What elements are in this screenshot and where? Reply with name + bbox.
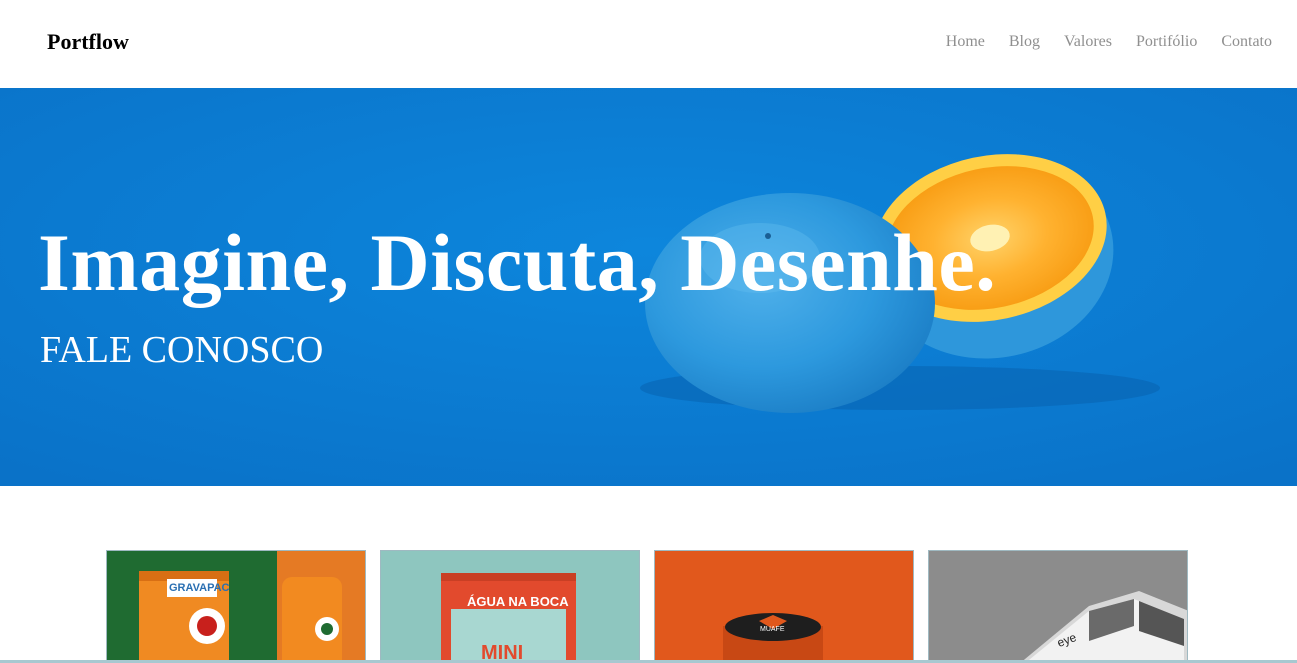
portfolio-card-muafe[interactable]: MUAFE	[654, 550, 914, 663]
portfolio-card-agua-na-boca[interactable]: MINI ÁGUA NA BOCA	[380, 550, 640, 663]
portfolio-card-gravapac[interactable]: GRAVAPAC	[106, 550, 366, 663]
site-header: Portflow Home Blog Valores Portifólio Co…	[0, 0, 1297, 88]
nav-contato[interactable]: Contato	[1221, 33, 1272, 51]
gravapac-packaging-image	[107, 551, 365, 662]
brand-logo[interactable]: Portflow	[47, 29, 129, 55]
contact-cta-button[interactable]: FALE CONOSCO	[40, 328, 323, 372]
muafe-jar-image	[655, 551, 913, 662]
gravapac-label: GRAVAPAC	[169, 582, 230, 594]
muafe-label: MUAFE	[760, 626, 785, 633]
portfolio-card-eye[interactable]: eye	[928, 550, 1188, 663]
hero-banner: Imagine, Discuta, Desenhe. FALE CONOSCO	[0, 88, 1297, 486]
nav-portfolio[interactable]: Portifólio	[1136, 33, 1197, 51]
nav-blog[interactable]: Blog	[1009, 33, 1040, 51]
hero-title: Imagine, Discuta, Desenhe.	[38, 217, 997, 308]
nav-home[interactable]: Home	[946, 33, 985, 51]
agua-na-boca-label: ÁGUA NA BOCA	[467, 594, 569, 609]
nav-valores[interactable]: Valores	[1064, 33, 1112, 51]
main-nav: Home Blog Valores Portifólio Contato	[946, 33, 1272, 51]
portfolio-grid: GRAVAPAC MINI ÁGUA NA BOCA MUAFE eye	[106, 550, 1189, 663]
